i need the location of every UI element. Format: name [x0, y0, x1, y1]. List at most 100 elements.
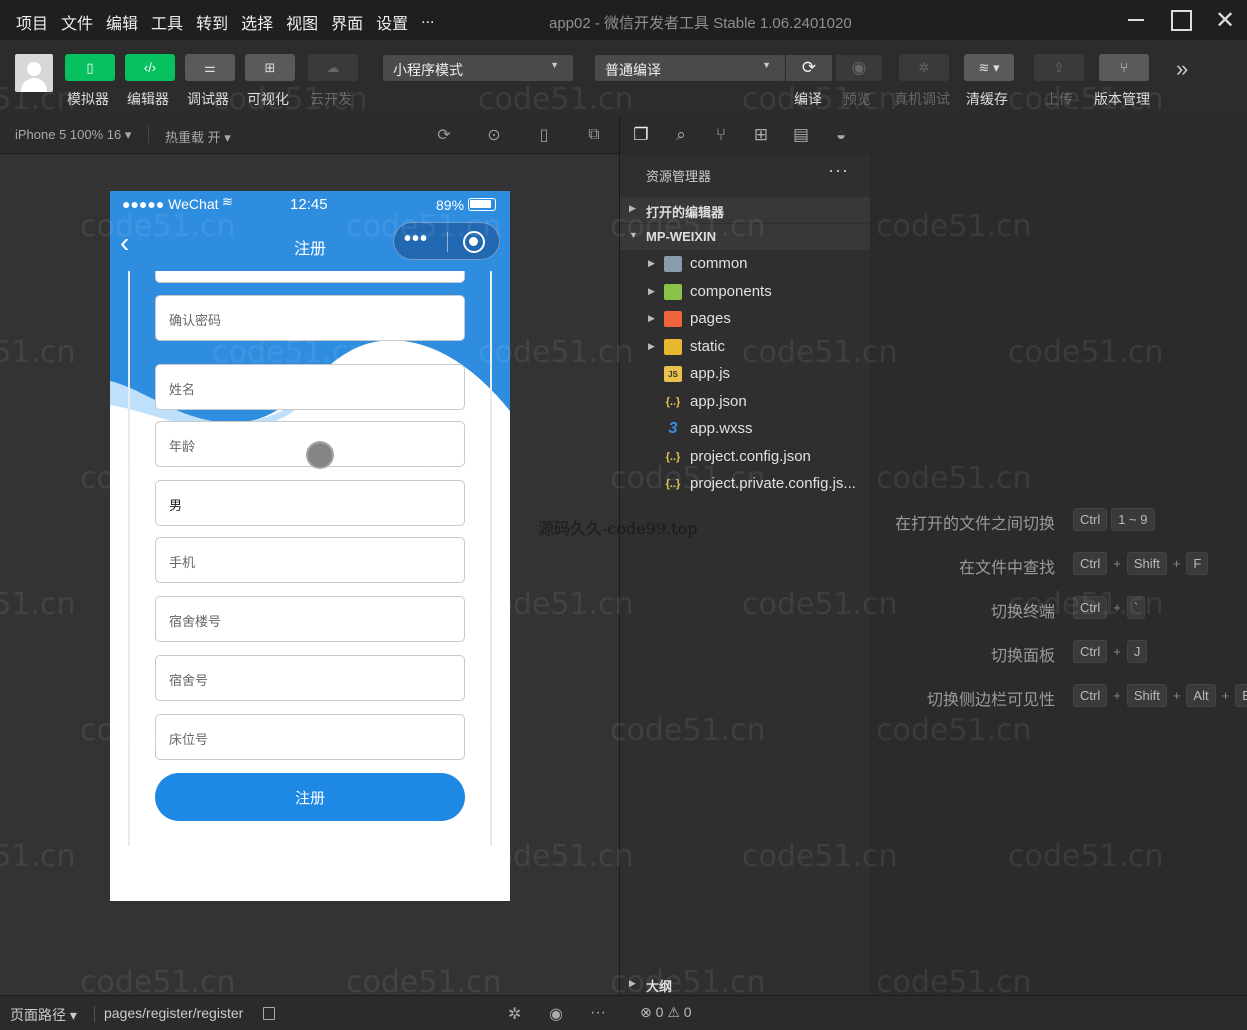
refresh-icon: ⟳	[801, 58, 817, 77]
status-bar: 页面路径 ▾ pages/register/register ✲ ◉ ··· ⊗…	[0, 995, 1247, 1030]
warning-icon: ⚠	[667, 1004, 680, 1020]
debugger-toggle-button[interactable]: ⚌	[185, 54, 235, 81]
shortcut-label: 切换终端	[990, 604, 1055, 621]
compile-button[interactable]: ⟳	[786, 55, 832, 81]
more-chevron-icon[interactable]: »	[1176, 56, 1188, 82]
menu-tools[interactable]: 工具	[151, 10, 183, 34]
shortcut-label: 切换面板	[990, 648, 1055, 665]
tree-item-pages[interactable]: ▶ pages	[620, 307, 870, 334]
save-icon[interactable]: ▤	[790, 124, 812, 146]
chevron-right-icon: ▶	[629, 203, 636, 213]
version-button[interactable]: ⑂	[1099, 54, 1149, 81]
close-miniprogram-icon[interactable]	[463, 231, 485, 253]
phone-nav-bar: ‹ 注册 •••	[110, 217, 510, 271]
hot-reload-select[interactable]: 热重载 开 ▾	[165, 127, 231, 146]
tree-item-label: components	[690, 283, 772, 300]
avatar[interactable]	[15, 54, 53, 92]
outline-section[interactable]: ▶ 大纲	[620, 974, 870, 995]
extensions-icon[interactable]: ⊞	[750, 124, 772, 146]
dorm-number-field[interactable]: 宿舍号	[155, 655, 465, 701]
gender-picker[interactable]: 男	[155, 480, 465, 526]
menu-more[interactable]: ...	[421, 10, 434, 34]
menu-view[interactable]: 视图	[286, 10, 318, 34]
menu-goto[interactable]: 转到	[196, 10, 228, 34]
phone-icon[interactable]: ▯	[534, 125, 554, 145]
menu-select[interactable]: 选择	[241, 10, 273, 34]
key: Ctrl	[1073, 640, 1108, 663]
minimize-button[interactable]	[1122, 6, 1150, 34]
stop-icon[interactable]: ⊙	[484, 125, 504, 145]
tree-item-app-js[interactable]: JS app.js	[620, 362, 870, 389]
tree-item-components[interactable]: ▶ components	[620, 280, 870, 307]
chevron-right-icon: ▶	[648, 341, 655, 351]
more-icon[interactable]: ···	[828, 160, 849, 181]
tree-item-project-config[interactable]: {..} project.config.json	[620, 445, 870, 472]
phone-screen: 确认密码 姓名 年龄 男 手机 宿舍楼号 宿舍号 床位号 注册 ●●●●● We…	[110, 191, 510, 901]
shortcut-keys: Ctrl + Shift + F	[1073, 552, 1209, 575]
editor-toggle-button[interactable]: ‹/›	[125, 54, 175, 81]
key: Alt	[1186, 684, 1216, 707]
tree-item-static[interactable]: ▶ static	[620, 335, 870, 362]
open-editors-section[interactable]: ▶ 打开的编辑器	[620, 197, 870, 223]
search-icon[interactable]: ⌕	[670, 124, 692, 146]
visual-toggle-button[interactable]: ⊞	[245, 54, 295, 81]
copy-icon[interactable]	[263, 1007, 275, 1020]
maximize-button[interactable]	[1167, 6, 1195, 34]
tree-item-app-wxss[interactable]: 3 app.wxss	[620, 417, 870, 444]
age-placeholder: 年龄	[169, 439, 196, 454]
key: Shift	[1126, 552, 1167, 575]
name-field[interactable]: 姓名	[155, 364, 465, 410]
version-label: 版本管理	[1094, 91, 1150, 107]
close-button[interactable]: ✕	[1211, 6, 1239, 34]
confirm-password-placeholder: 确认密码	[169, 313, 222, 328]
source-control-icon[interactable]: ⑂	[710, 124, 732, 146]
device-select-value: iPhone 5 100% 16	[15, 127, 122, 142]
bug-icon: ✲	[918, 59, 930, 75]
cloud-dev-button[interactable]: ☁	[308, 54, 358, 81]
tree-item-app-json[interactable]: {..} app.json	[620, 390, 870, 417]
register-button[interactable]: 注册	[155, 773, 465, 821]
upload-icon: ⇪	[1053, 59, 1065, 75]
dorm-building-field[interactable]: 宿舍楼号	[155, 596, 465, 642]
tree-item-common[interactable]: ▶ common	[620, 252, 870, 279]
bug-icon[interactable]: ✲	[508, 1004, 521, 1024]
menu-edit[interactable]: 编辑	[106, 10, 138, 34]
touch-cursor	[306, 441, 334, 469]
phone-placeholder: 手机	[169, 555, 196, 570]
more-dots-icon[interactable]: •••	[404, 228, 428, 251]
preview-button[interactable]: ◉	[836, 55, 882, 81]
menu-interface[interactable]: 界面	[331, 10, 363, 34]
docker-icon[interactable]: ◒	[830, 124, 852, 146]
eye-icon[interactable]: ◉	[549, 1004, 563, 1024]
shortcut-toggle-sidebar: 切换侧边栏可见性 Ctrl + Shift + Alt + B	[870, 684, 1247, 708]
shortcut-keys: Ctrl + J	[1073, 640, 1148, 663]
menu-settings[interactable]: 设置	[376, 10, 408, 34]
upload-button[interactable]: ⇪	[1034, 54, 1084, 81]
files-icon[interactable]: ❐	[630, 124, 652, 146]
rotate-icon[interactable]: ⟳	[434, 125, 454, 145]
more-icon[interactable]: ···	[590, 1004, 606, 1022]
phone-field[interactable]: 手机	[155, 537, 465, 583]
real-debug-button[interactable]: ✲	[899, 54, 949, 81]
popout-icon[interactable]: ⧉	[584, 125, 604, 145]
compile-select[interactable]: 普通编译 ▼	[595, 55, 785, 81]
code-icon: ‹/›	[143, 60, 157, 75]
device-select[interactable]: iPhone 5 100% 16 ▾	[15, 127, 131, 143]
tree-item-label: common	[690, 255, 748, 272]
tree-item-project-private-config[interactable]: {..} project.private.config.js...	[620, 472, 870, 499]
page-path-select[interactable]: 页面路径 ▾	[10, 1005, 77, 1025]
menu-file[interactable]: 文件	[61, 10, 93, 34]
confirm-password-field[interactable]: 确认密码	[155, 295, 465, 341]
compile-select-value: 普通编译	[605, 62, 661, 78]
project-section[interactable]: ▼ MP-WEIXIN	[620, 224, 870, 250]
clear-cache-button[interactable]: ≋ ▾	[964, 54, 1014, 81]
dorm-number-placeholder: 宿舍号	[169, 673, 209, 688]
plus-sign: +	[1172, 556, 1181, 571]
window-title: app02 - 微信开发者工具 Stable 1.06.2401020	[549, 15, 852, 32]
menu-project[interactable]: 项目	[16, 10, 48, 34]
shortcut-keys: Ctrl + Shift + Alt + B	[1073, 684, 1247, 707]
problems-indicator[interactable]: ⊗ 0 ⚠ 0	[640, 1004, 692, 1021]
mode-select[interactable]: 小程序模式 ▼	[383, 55, 573, 81]
bed-number-field[interactable]: 床位号	[155, 714, 465, 760]
simulator-toggle-button[interactable]: ▯	[65, 54, 115, 81]
